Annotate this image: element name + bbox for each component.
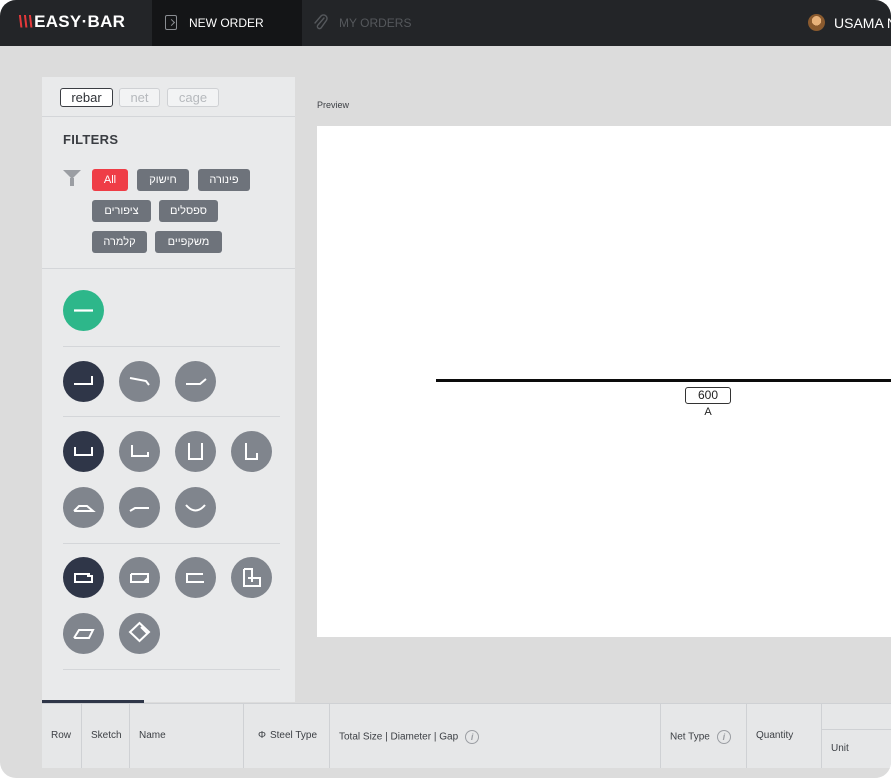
tab-cage[interactable]: cage: [167, 88, 219, 107]
col-steel-type-text: Φ Steel Type: [258, 730, 317, 741]
logo-mark: \\\: [18, 12, 34, 31]
dimension-letter: A: [704, 406, 712, 418]
steel-diameter-icon: Φ: [258, 730, 266, 741]
divider: [63, 416, 280, 417]
nav-my-orders-label: MY ORDERS: [339, 16, 412, 30]
tall-u-shape[interactable]: [175, 431, 216, 472]
curve-shape[interactable]: [175, 487, 216, 528]
app-logo[interactable]: \\\EASY·BAR: [18, 12, 125, 32]
filter-chip-tziporim[interactable]: ציפורים: [92, 200, 151, 222]
col-net-type: Net Type i: [661, 704, 747, 768]
new-document-icon: [165, 15, 177, 30]
logo-text: EASY·BAR: [34, 12, 126, 31]
bent-end-shape[interactable]: [119, 361, 160, 402]
col-name-label: Name: [139, 730, 166, 741]
open-rect-shape[interactable]: [175, 557, 216, 598]
filter-chip-mishkafayim[interactable]: משקפיים: [155, 231, 222, 253]
avatar: [808, 14, 825, 31]
preview-canvas: 600 A: [317, 126, 891, 637]
col-net-type-label: Net Type: [670, 731, 710, 743]
col-net-type-text: Net Type i: [670, 730, 731, 744]
filter-funnel-icon: [63, 170, 81, 186]
l-hook-shape[interactable]: [63, 361, 104, 402]
col-total-size-text: Total Size | Diameter | Gap i: [339, 730, 480, 744]
nav-new-order[interactable]: NEW ORDER: [152, 0, 302, 46]
col-steel-type: Φ Steel Type: [244, 704, 330, 768]
preview-label: Preview: [317, 100, 350, 110]
divider: [42, 268, 295, 269]
col-row-label: Row: [51, 730, 72, 741]
app-window: \\\EASY·BAR NEW ORDER MY ORDERS USAMA N …: [0, 0, 891, 778]
col-unit: Unit: [822, 730, 891, 768]
table-body-start: [42, 768, 891, 778]
info-icon[interactable]: i: [465, 730, 480, 744]
divider: [63, 669, 280, 670]
shape-sidebar: rebar net cage FILTERS All חישוק פינורה …: [42, 77, 295, 702]
rebar-sketch-line: [436, 379, 891, 382]
double-stirrup-shape[interactable]: [231, 557, 272, 598]
filters-title: FILTERS: [63, 132, 119, 147]
filter-chip-hishuk[interactable]: חישוק: [137, 169, 189, 191]
top-bar: \\\EASY·BAR NEW ORDER MY ORDERS USAMA N: [0, 0, 891, 46]
l-shape[interactable]: [119, 431, 160, 472]
paperclip-icon: [312, 14, 330, 32]
divider: [42, 116, 295, 117]
user-name: USAMA N: [834, 15, 891, 31]
order-table-header: Row Sketch Name Φ Steel Type Total Size |…: [42, 703, 891, 778]
nav-new-order-label: NEW ORDER: [189, 16, 264, 30]
filter-chip-safsalim[interactable]: ספסלים: [159, 200, 218, 222]
hooked-rect-shape[interactable]: [119, 557, 160, 598]
col-total-size: Total Size | Diameter | Gap i: [330, 704, 661, 768]
col-sketch-label: Sketch: [91, 730, 122, 741]
filter-chip-all[interactable]: All: [92, 169, 128, 191]
divider: [63, 346, 280, 347]
angled-end-shape[interactable]: [175, 361, 216, 402]
tab-net[interactable]: net: [119, 88, 160, 107]
col-name: Name: [130, 704, 244, 768]
col-quantity-label: Quantity: [756, 730, 794, 741]
diamond-shape[interactable]: [119, 613, 160, 654]
info-icon[interactable]: i: [716, 730, 731, 744]
tall-l-shape[interactable]: [231, 431, 272, 472]
col-total-size-label: Total Size | Diameter | Gap: [339, 731, 459, 743]
parallelogram-shape[interactable]: [63, 613, 104, 654]
filter-chip-kalmara[interactable]: קלמרה: [92, 231, 147, 253]
divider: [63, 543, 280, 544]
straight-bar-shape[interactable]: [63, 290, 104, 331]
tab-rebar[interactable]: rebar: [60, 88, 113, 107]
col-unit-label: Unit: [831, 743, 849, 754]
u-shape[interactable]: [63, 431, 104, 472]
dimension-input[interactable]: 600: [685, 387, 731, 404]
col-row: Row: [42, 704, 82, 768]
filter-chip-pinura[interactable]: פינורה: [198, 169, 250, 191]
col-quantity: Quantity: [747, 704, 822, 768]
closed-stirrup-shape[interactable]: [63, 557, 104, 598]
col-steel-type-label: Steel Type: [269, 730, 318, 741]
col-group-header: [822, 704, 891, 730]
trapezoid-shape[interactable]: [63, 487, 104, 528]
offset-bend-shape[interactable]: [119, 487, 160, 528]
col-sketch: Sketch: [82, 704, 130, 768]
